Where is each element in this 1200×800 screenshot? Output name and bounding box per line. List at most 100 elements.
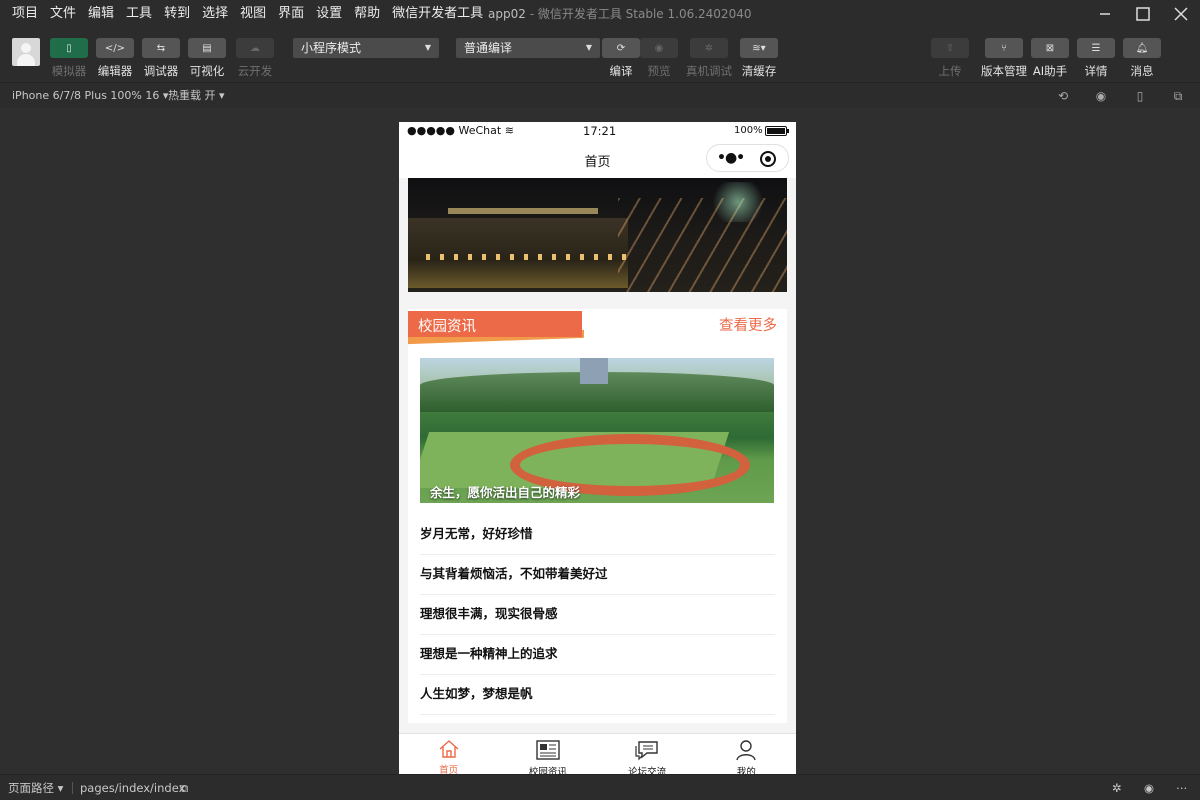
menu-view[interactable]: 视图 [234,0,272,28]
newspaper-icon [534,739,562,761]
feature-image[interactable]: 余生，愿你活出自己的精彩 [420,358,774,503]
user-icon [732,739,760,761]
banner-image[interactable] [408,178,787,292]
menu-file[interactable]: 文件 [44,0,82,28]
visual-tool[interactable]: ▤ 可视化 [188,38,226,79]
upload-tool[interactable]: ⇧ 上传 [931,38,969,79]
window-controls [1086,0,1200,28]
list-item[interactable]: 与其背着烦恼活，不如带着美好过 [420,555,775,595]
maximize-button[interactable] [1124,0,1162,28]
window-title: app02 - 微信开发者工具 Stable 1.06.2402040 [488,0,751,28]
tab-home[interactable]: 首页 [399,734,498,774]
home-icon [435,739,463,759]
tab-forum[interactable]: 论坛交流 [598,734,697,774]
upload-icon: ⇧ [931,38,969,58]
menu-edit[interactable]: 编辑 [82,0,120,28]
rotate-icon[interactable]: ⟲ [1056,89,1070,103]
page-path-value: pages/index/index [80,781,186,795]
device-select[interactable]: iPhone 6/7/8 Plus 100% 16 ▾ [12,83,168,109]
ai-tool[interactable]: ⊠ AI助手 [1031,38,1069,79]
messages-tool[interactable]: 🔔︎ 消息 [1123,38,1161,79]
device-icon[interactable]: ▯ [1133,89,1147,103]
more-dots-icon[interactable]: •●• [717,150,745,166]
menu-goto[interactable]: 转到 [158,0,196,28]
editor-tool[interactable]: </> 编辑器 [96,38,134,79]
preview-tool[interactable]: ◉ 预览 [640,38,678,79]
simulator-label: 模拟器 [51,64,87,78]
ai-label: AI助手 [1032,64,1068,78]
visual-label: 可视化 [189,64,225,78]
bottom-status-bar: 页面路径 ▾ pages/index/index ⧉ ✲ ◉ ⋯ [0,774,1200,800]
close-button[interactable] [1162,0,1200,28]
version-tool[interactable]: ⑂ 版本管理 [981,38,1027,79]
list-item[interactable]: 人生如梦，梦想是帆 [420,675,775,715]
close-icon [1174,7,1188,21]
menu-project[interactable]: 项目 [6,0,44,28]
eye-icon: ◉ [640,38,678,58]
feature-caption: 余生，愿你活出自己的精彩 [430,485,581,500]
mode-select[interactable]: 小程序模式 ▼ [293,38,439,58]
copy-icon[interactable]: ⧉ [180,775,188,800]
more-icon[interactable]: ⋯ [1176,775,1188,800]
more-link[interactable]: 查看更多 [719,314,777,335]
hot-reload-toggle[interactable]: 热重载 开 ▾ [168,83,225,109]
title-separator: - [529,7,535,21]
simulator-tool[interactable]: ▯ 模拟器 [50,38,88,79]
page-path-menu[interactable]: 页面路径 ▾ [8,775,63,800]
menu-icon: ☰ [1077,38,1115,58]
tab-bar: 首页 校园资讯 论坛交流 我的 [399,733,796,774]
bug-icon: ✲ [690,38,728,58]
main-toolbar: ▯ 模拟器 </> 编辑器 ⇆ 调试器 ▤ 可视化 ☁ 云开发 小程序模式 ▼ … [0,28,1200,82]
news-list: 岁月无常，好好珍惜 与其背着烦恼活，不如带着美好过 理想很丰满，现实很骨感 理想… [420,515,775,715]
debugger-tool[interactable]: ⇆ 调试器 [142,38,180,79]
layout-icon: ▤ [188,38,226,58]
menu-wechat-devtools[interactable]: 微信开发者工具 [386,0,489,28]
device-debug-label: 真机调试 [686,64,732,78]
menu-tools[interactable]: 工具 [120,0,158,28]
tab-forum-label: 论坛交流 [628,767,667,774]
debug-icon: ⇆ [142,38,180,58]
eye-icon[interactable]: ◉ [1144,775,1154,800]
menu-interface[interactable]: 界面 [272,0,310,28]
list-item[interactable]: 理想很丰满，现实很骨感 [420,595,775,635]
bug-icon[interactable]: ✲ [1112,775,1122,800]
battery-icon [765,126,789,136]
phone-nav-bar: 首页 •●• [399,140,796,178]
ai-icon: ⊠ [1031,38,1069,58]
compile-select[interactable]: 普通编译 ▼ [456,38,600,58]
compile-label: 编译 [609,64,633,78]
tab-campus-news-label: 校园资讯 [528,767,567,774]
cloud-tool[interactable]: ☁ 云开发 [236,38,274,79]
menu-help[interactable]: 帮助 [348,0,386,28]
carrier-label: ●●●●● WeChat ≋ [407,124,514,137]
clock: 17:21 [583,124,617,138]
menu-bar: 项目 文件 编辑 工具 转到 选择 视图 界面 设置 帮助 微信开发者工具 [0,0,489,28]
tab-campus-news[interactable]: 校园资讯 [498,734,597,774]
page-path-label: 页面路径 [8,781,54,795]
section-ribbon: 校园资讯 [408,311,584,345]
compile-tool[interactable]: ⟳ 编译 [602,38,640,79]
chevron-down-icon: ▼ [424,43,431,52]
minimize-button[interactable] [1086,0,1124,28]
menu-settings[interactable]: 设置 [310,0,348,28]
maximize-icon [1136,7,1150,21]
bell-icon: 🔔︎ [1123,38,1161,58]
tab-mine[interactable]: 我的 [697,734,796,774]
user-avatar[interactable] [12,38,40,66]
clear-cache-tool[interactable]: ≋▾ 清缓存 [740,38,778,79]
messages-label: 消息 [1130,64,1154,78]
details-tool[interactable]: ☰ 详情 [1077,38,1115,79]
list-item[interactable]: 理想是一种精神上的追求 [420,635,775,675]
device-debug-tool[interactable]: ✲ 真机调试 [686,38,732,79]
stop-icon[interactable]: ◉ [1094,89,1108,103]
phone-icon: ▯ [50,38,88,58]
capsule-menu[interactable]: •●• [706,144,789,172]
close-target-icon[interactable] [760,151,776,167]
divider [72,782,73,794]
window-icon[interactable]: ⧉ [1171,89,1185,103]
list-item[interactable]: 岁月无常，好好珍惜 [420,515,775,555]
layers-icon: ≋▾ [740,38,778,58]
menu-select[interactable]: 选择 [196,0,234,28]
section-title: 校园资讯 [418,319,476,335]
editor-label: 编辑器 [97,64,133,78]
